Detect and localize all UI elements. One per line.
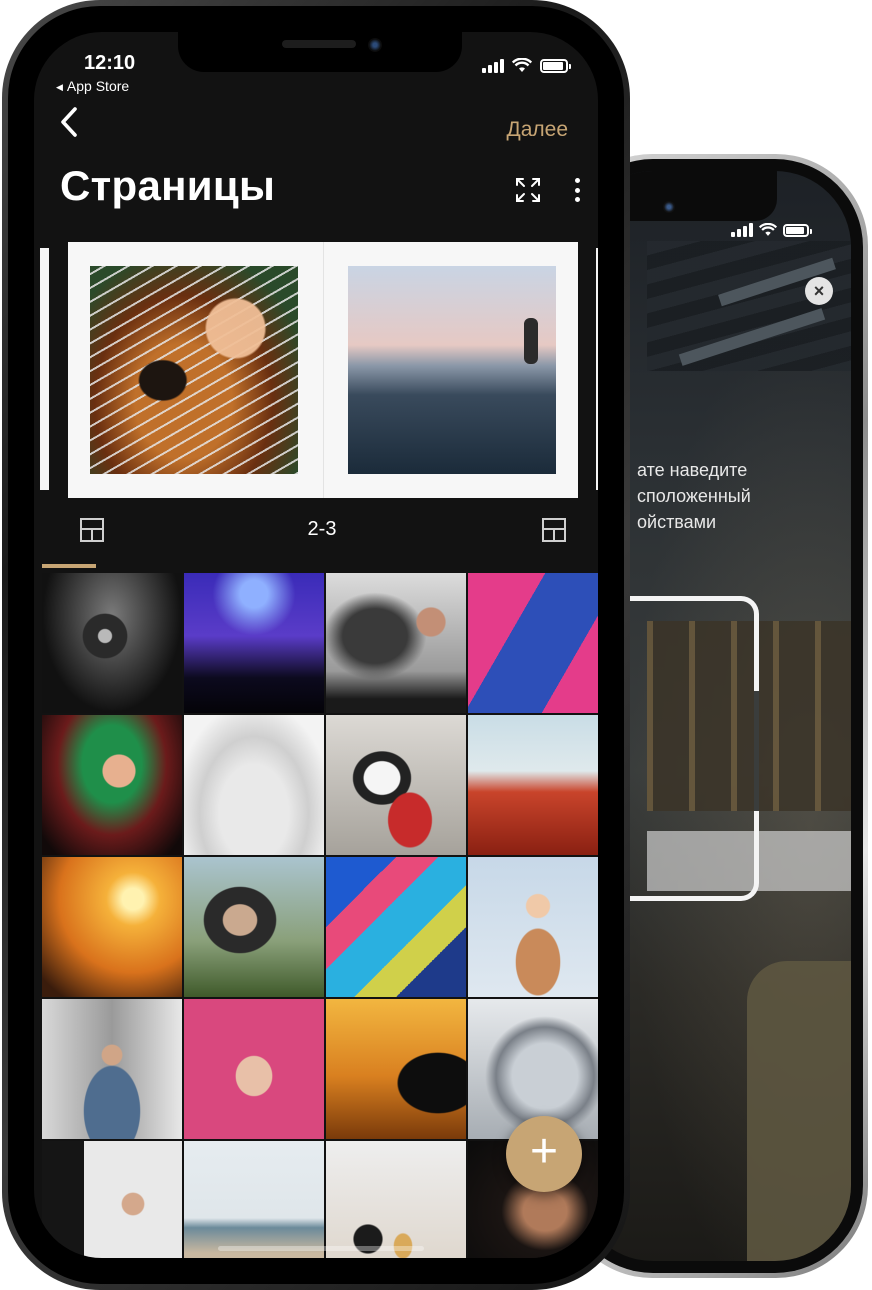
cellular-signal-icon <box>482 58 504 73</box>
gallery-photo-wedding-couple-red-car[interactable] <box>326 715 466 855</box>
page-number: 2-3 <box>307 518 337 540</box>
gallery-photo-hand-tattoo-pink[interactable] <box>184 999 324 1139</box>
guitar-photo[interactable] <box>90 266 298 474</box>
gallery-photo-man-denim-jacket[interactable] <box>42 999 182 1139</box>
back-button[interactable] <box>58 106 94 148</box>
previous-spread-edge[interactable] <box>40 248 49 490</box>
battery-icon <box>540 58 571 73</box>
front-phone-notch <box>178 32 462 72</box>
gallery-photo-kids-tulip-field[interactable] <box>468 715 598 855</box>
left-page[interactable] <box>68 242 323 498</box>
camera-preview-chair <box>747 961 851 1261</box>
gallery-photo-graffiti-bicycle[interactable] <box>326 857 466 997</box>
back-status-icons <box>731 223 812 237</box>
gallery-photo-skater-colorful-wall[interactable] <box>468 573 598 713</box>
gallery-photo-toddler-wooden-wagon[interactable] <box>468 857 598 997</box>
status-time: 12:10 <box>84 52 136 74</box>
scanner-hint-text: ате наведите сположенный ойствами <box>637 460 751 532</box>
back-triangle-icon: ◀ <box>56 82 63 92</box>
chevron-left-icon <box>61 107 77 137</box>
gallery-photo-woman-hat-window[interactable] <box>42 1141 182 1258</box>
home-indicator[interactable] <box>218 1246 424 1251</box>
front-phone-device: 12:10 ◀ App Store Далее Страницы 2-3 + <box>2 0 630 1290</box>
more-vertical-icon[interactable] <box>564 176 590 204</box>
front-camera <box>368 38 382 52</box>
plus-icon: + <box>529 1125 559 1178</box>
wifi-icon <box>512 58 532 72</box>
gallery-photo-woman-microphone-neon[interactable] <box>42 715 182 855</box>
gallery-photo-singer-on-stage-bw[interactable] <box>42 573 182 713</box>
pages-screen: 12:10 ◀ App Store Далее Страницы 2-3 + <box>34 32 598 1258</box>
next-button[interactable]: Далее <box>506 118 568 142</box>
page-title: Страницы <box>60 162 276 209</box>
battery-icon <box>783 223 812 237</box>
gallery-photo-sunset-father-child[interactable] <box>42 857 182 997</box>
close-icon[interactable]: × <box>805 277 833 305</box>
add-photo-button[interactable]: + <box>506 1116 582 1192</box>
expand-icon[interactable] <box>514 176 542 204</box>
next-spread-edge[interactable] <box>596 248 598 490</box>
cellular-signal-icon <box>731 223 753 237</box>
front-phone-bezel: 12:10 ◀ App Store Далее Страницы 2-3 + <box>8 6 624 1284</box>
earpiece-speaker <box>282 40 356 48</box>
layout-icon[interactable] <box>542 518 566 542</box>
status-icons <box>482 58 571 73</box>
back-to-app-label: App Store <box>66 78 130 94</box>
gallery-photo-coffee-cookies-phone[interactable] <box>326 1141 466 1258</box>
gallery-photo-man-smoking[interactable] <box>326 573 466 713</box>
back-to-app-link[interactable]: ◀ App Store <box>56 78 129 94</box>
gallery-scroll-indicator <box>42 564 96 568</box>
page-spread[interactable] <box>68 242 578 498</box>
gallery-photo-child-with-laptop-sofa[interactable] <box>184 715 324 855</box>
right-page[interactable] <box>322 242 579 498</box>
back-phone-camera <box>663 201 675 213</box>
gallery-photo-woman-beach[interactable] <box>184 1141 324 1258</box>
gallery-photo-woman-taking-photo[interactable] <box>184 857 324 997</box>
gallery-photo-concert-crowd[interactable] <box>184 573 324 713</box>
gallery-photo-silhouette-sunset[interactable] <box>326 999 466 1139</box>
surfer-photo[interactable] <box>347 266 556 474</box>
wifi-icon <box>759 223 777 236</box>
